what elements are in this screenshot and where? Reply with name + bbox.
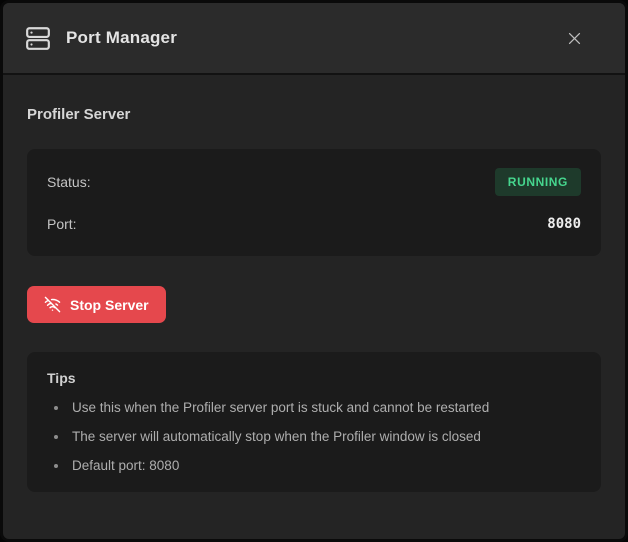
tip-item: The server will automatically stop when … [69,429,581,444]
section-heading: Profiler Server [27,106,601,123]
port-label: Port: [47,216,77,232]
stop-server-label: Stop Server [70,297,149,313]
tips-heading: Tips [47,370,581,386]
status-panel: Status: RUNNING Port: 8080 [27,149,601,256]
server-icon [25,25,51,51]
port-row: Port: 8080 [47,211,581,237]
stop-server-button[interactable]: Stop Server [27,286,166,323]
status-row: Status: RUNNING [47,168,581,196]
tips-list: Use this when the Profiler server port i… [47,400,581,473]
dialog-titlebar: Port Manager [3,3,625,75]
tip-item: Use this when the Profiler server port i… [69,400,581,415]
status-badge: RUNNING [495,168,581,196]
tip-item: Default port: 8080 [69,458,581,473]
dialog-title: Port Manager [66,28,559,48]
close-button[interactable] [559,23,589,53]
wifi-off-icon [44,296,61,313]
status-label: Status: [47,174,91,190]
port-manager-dialog: Port Manager Profiler Server Status: RUN… [0,0,628,542]
close-icon [566,30,583,47]
tips-panel: Tips Use this when the Profiler server p… [27,352,601,492]
dialog-content: Profiler Server Status: RUNNING Port: 80… [3,75,625,539]
port-value: 8080 [547,216,581,232]
